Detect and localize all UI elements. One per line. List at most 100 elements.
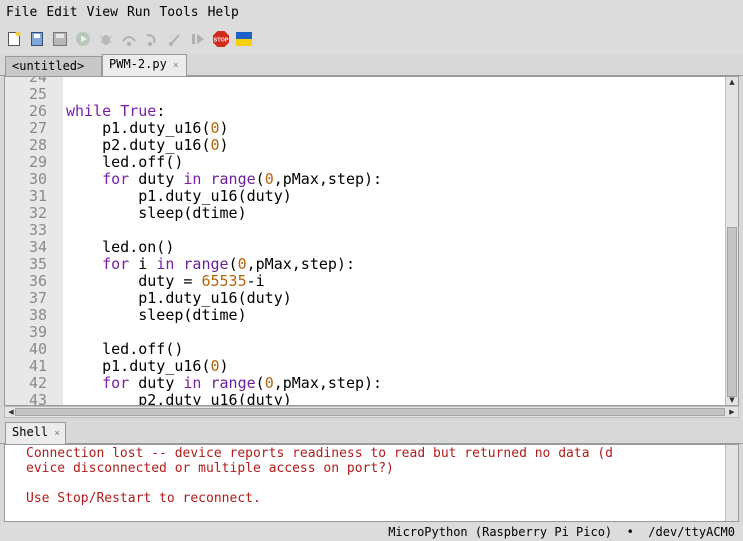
code-area[interactable]: 24 25 26 while True: 27 p1.duty_u16(0) 28 p2.… — [5, 77, 727, 405]
tab-label: PWM-2.py — [109, 57, 167, 71]
resume-icon[interactable] — [189, 30, 207, 48]
tab-pwm-2[interactable]: PWM-2.py × — [102, 54, 187, 77]
code-line: 38 sleep(dtime) — [5, 307, 727, 324]
code-line: 37 p1.duty_u16(duty) — [5, 290, 727, 307]
shell-tab-bar: Shell × — [0, 422, 743, 445]
line-number: 28 — [28, 136, 47, 154]
editor-vertical-scrollbar[interactable]: ▲ ▼ — [725, 77, 738, 405]
toolbar: STOP — [0, 24, 743, 54]
line-number: 32 — [28, 204, 47, 222]
line-number: 27 — [28, 119, 47, 137]
shell-panel[interactable]: Connection lost -- device reports readin… — [4, 444, 739, 522]
tab-label: <untitled> — [12, 59, 85, 73]
tab-close-icon[interactable]: × — [54, 428, 60, 439]
tab-close-icon[interactable]: × — [173, 60, 179, 71]
scroll-right-icon[interactable]: ▶ — [726, 408, 738, 416]
menu-bar: File Edit View Run Tools Help — [0, 0, 743, 24]
line-number: 31 — [28, 187, 47, 205]
code-text: duty = 65535-i — [66, 272, 265, 290]
code-text: sleep(dtime) — [66, 306, 247, 324]
line-number: 38 — [28, 306, 47, 324]
save-file-icon[interactable] — [51, 30, 69, 48]
scroll-down-icon[interactable]: ▼ — [726, 396, 738, 404]
code-text: for i in range(0,pMax,step): — [102, 255, 355, 273]
code-text: p2.duty_u16(0) — [66, 136, 229, 154]
scroll-up-icon[interactable]: ▲ — [726, 78, 738, 86]
line-number: 29 — [28, 153, 47, 171]
shell-output-line: evice disconnected or multiple access on… — [26, 461, 394, 476]
code-line: 24 — [5, 77, 727, 86]
code-line: 29 led.off() — [5, 154, 727, 171]
interpreter-label: MicroPython (Raspberry Pi Pico) — [388, 525, 613, 539]
line-number: 42 — [28, 374, 47, 392]
line-number: 26 — [28, 102, 47, 120]
run-icon[interactable] — [74, 30, 92, 48]
line-number: 25 — [28, 85, 47, 103]
debug-icon[interactable] — [97, 30, 115, 48]
code-text: p2.duty_u16(duty) — [66, 391, 292, 406]
code-line: 42 for duty in range(0,pMax,step): — [5, 375, 727, 392]
code-text: p1.duty_u16(duty) — [66, 289, 292, 307]
code-line: 43 p2.duty_u16(duty) — [5, 391, 727, 406]
tab-untitled[interactable]: <untitled> — [5, 56, 102, 76]
line-number: 30 — [28, 170, 47, 188]
stop-icon[interactable]: STOP — [212, 30, 230, 48]
port-label: /dev/ttyACM0 — [648, 525, 735, 539]
menu-view[interactable]: View — [87, 5, 118, 20]
menu-edit[interactable]: Edit — [46, 5, 77, 20]
code-text: led.off() — [66, 340, 184, 358]
code-text: p1.duty_u16(0) — [66, 357, 229, 375]
status-bar: MicroPython (Raspberry Pi Pico) • /dev/t… — [0, 523, 743, 541]
menu-run[interactable]: Run — [127, 5, 150, 20]
line-number: 34 — [28, 238, 47, 256]
shell-vertical-scrollbar[interactable] — [725, 445, 738, 521]
code-line: 35 for i in range(0,pMax,step): — [5, 256, 727, 273]
code-editor[interactable]: 24 25 26 while True: 27 p1.duty_u16(0) 28 p2.… — [4, 76, 739, 406]
code-line: 39 — [5, 324, 727, 341]
open-file-icon[interactable] — [28, 30, 46, 48]
line-number: 33 — [28, 221, 47, 239]
stop-label: STOP — [214, 38, 229, 44]
step-over-icon[interactable] — [120, 30, 138, 48]
new-file-icon[interactable] — [5, 30, 23, 48]
ukraine-flag-icon[interactable] — [235, 30, 253, 48]
menu-file[interactable]: File — [6, 5, 37, 20]
code-line: 41 p1.duty_u16(0) — [5, 358, 727, 375]
editor-horizontal-scrollbar[interactable]: ◀ ▶ — [4, 406, 739, 418]
code-text: p1.duty_u16(duty) — [66, 187, 292, 205]
code-line: 40 led.off() — [5, 341, 727, 358]
step-out-icon[interactable] — [166, 30, 184, 48]
step-into-icon[interactable] — [143, 30, 161, 48]
shell-output-line: Use Stop/Restart to reconnect. — [26, 491, 261, 506]
tab-shell[interactable]: Shell × — [5, 422, 66, 445]
code-line: 31 p1.duty_u16(duty) — [5, 188, 727, 205]
code-line: 25 — [5, 86, 727, 103]
line-number: 41 — [28, 357, 47, 375]
shell-output-line: Connection lost -- device reports readin… — [26, 446, 613, 461]
status-text[interactable]: MicroPython (Raspberry Pi Pico) • /dev/t… — [388, 525, 735, 539]
code-text: led.on() — [66, 238, 175, 256]
editor-scroll-thumb[interactable] — [727, 227, 737, 397]
code-line: 36 duty = 65535-i — [5, 273, 727, 290]
menu-tools[interactable]: Tools — [159, 5, 198, 20]
code-text: sleep(dtime) — [66, 204, 247, 222]
code-text: while True: — [66, 102, 166, 120]
code-line: 33 — [5, 222, 727, 239]
code-line: 28 p2.duty_u16(0) — [5, 137, 727, 154]
editor-tab-bar: <untitled> PWM-2.py × — [0, 54, 743, 77]
line-number: 35 — [28, 255, 47, 273]
line-number: 36 — [28, 272, 47, 290]
editor-hscroll-thumb[interactable] — [15, 408, 725, 416]
line-number: 40 — [28, 340, 47, 358]
status-separator: • — [626, 525, 634, 539]
line-number: 37 — [28, 289, 47, 307]
code-text: led.off() — [66, 153, 184, 171]
code-line: 30 for duty in range(0,pMax,step): — [5, 171, 727, 188]
code-line: 34 led.on() — [5, 239, 727, 256]
code-text: for duty in range(0,pMax,step): — [102, 374, 383, 392]
code-line: 26 while True: — [5, 103, 727, 120]
code-text: p1.duty_u16(0) — [66, 119, 229, 137]
tab-label: Shell — [12, 425, 49, 439]
menu-help[interactable]: Help — [208, 5, 239, 20]
code-line: 27 p1.duty_u16(0) — [5, 120, 727, 137]
